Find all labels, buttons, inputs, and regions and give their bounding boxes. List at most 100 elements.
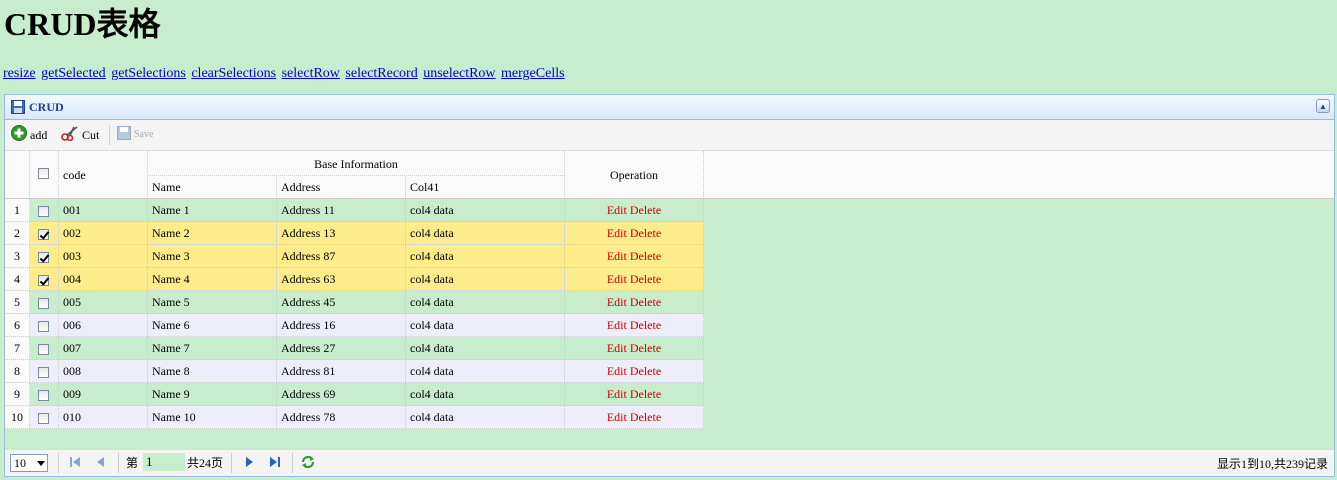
link-clear-selections[interactable]: clearSelections xyxy=(191,66,276,81)
delete-link[interactable]: Delete xyxy=(630,341,661,355)
select-all-checkbox[interactable] xyxy=(38,168,49,179)
edit-link[interactable]: Edit xyxy=(607,364,627,378)
link-select-row[interactable]: selectRow xyxy=(282,66,340,81)
toolbar-separator xyxy=(109,125,110,145)
previous-page-icon[interactable] xyxy=(95,456,107,472)
add-label: add xyxy=(30,128,48,142)
link-merge-cells[interactable]: mergeCells xyxy=(501,66,565,81)
scissors-icon xyxy=(61,125,79,146)
link-resize[interactable]: resize xyxy=(3,66,36,81)
table-row[interactable]: 10 010 Name 10 Address 78 col4 data Edit Dele… xyxy=(5,406,704,429)
col4-cell: col4 data xyxy=(406,199,565,222)
col4-cell: col4 data xyxy=(406,245,565,268)
name-cell: Name 8 xyxy=(148,360,277,383)
edit-link[interactable]: Edit xyxy=(607,272,627,286)
operation-column-header: Operation xyxy=(565,151,704,199)
link-unselect-row[interactable]: unselectRow xyxy=(423,66,495,81)
edit-link[interactable]: Edit xyxy=(607,295,627,309)
row-number-cell: 1 xyxy=(5,199,30,222)
link-get-selections[interactable]: getSelections xyxy=(111,66,186,81)
save-button[interactable]: Save xyxy=(117,125,153,144)
pager-separator xyxy=(58,453,59,473)
row-checkbox[interactable] xyxy=(38,412,49,424)
cut-label: Cut xyxy=(82,128,100,142)
link-get-selected[interactable]: getSelected xyxy=(41,66,106,81)
name-cell: Name 4 xyxy=(148,268,277,291)
link-select-record[interactable]: selectRecord xyxy=(345,66,417,81)
row-number-cell: 4 xyxy=(5,268,30,291)
method-links: resize getSelected getSelections clearSe… xyxy=(3,65,567,83)
edit-link[interactable]: Edit xyxy=(607,318,627,332)
pager-separator xyxy=(118,453,119,473)
delete-link[interactable]: Delete xyxy=(630,203,661,217)
edit-link[interactable]: Edit xyxy=(607,341,627,355)
delete-link[interactable]: Delete xyxy=(630,410,661,424)
operation-cell: Edit Delete xyxy=(565,268,704,291)
address-cell: Address 16 xyxy=(277,314,406,337)
row-checkbox-cell xyxy=(30,314,59,337)
current-page-input[interactable] xyxy=(143,453,185,471)
row-checkbox[interactable] xyxy=(38,228,49,240)
row-checkbox[interactable] xyxy=(38,274,49,286)
address-column-header[interactable]: Address xyxy=(277,176,406,199)
address-cell: Address 27 xyxy=(277,337,406,360)
table-row[interactable]: 2 002 Name 2 Address 13 col4 data Edit Delete xyxy=(5,222,704,245)
delete-link[interactable]: Delete xyxy=(630,387,661,401)
address-cell: Address 13 xyxy=(277,222,406,245)
col4-column-header[interactable]: Col41 xyxy=(406,176,565,199)
row-checkbox[interactable] xyxy=(38,297,49,309)
base-information-group-header: Base Information xyxy=(148,151,565,176)
delete-link[interactable]: Delete xyxy=(630,226,661,240)
row-checkbox[interactable] xyxy=(38,205,49,217)
page-size-select[interactable]: 10 xyxy=(10,454,48,472)
row-checkbox[interactable] xyxy=(38,251,49,263)
page-prefix: 第 xyxy=(126,456,139,470)
table-row[interactable]: 8 008 Name 8 Address 81 col4 data Edit Delete xyxy=(5,360,704,383)
table-row[interactable]: 5 005 Name 5 Address 45 col4 data Edit Delete xyxy=(5,291,704,314)
row-checkbox-cell xyxy=(30,291,59,314)
name-column-header[interactable]: Name xyxy=(148,176,277,199)
row-checkbox[interactable] xyxy=(38,320,49,332)
next-page-icon[interactable] xyxy=(243,456,255,472)
edit-link[interactable]: Edit xyxy=(607,249,627,263)
edit-link[interactable]: Edit xyxy=(607,203,627,217)
delete-link[interactable]: Delete xyxy=(630,249,661,263)
edit-link[interactable]: Edit xyxy=(607,387,627,401)
code-cell: 005 xyxy=(59,291,148,314)
row-number-cell: 7 xyxy=(5,337,30,360)
row-checkbox[interactable] xyxy=(38,366,49,378)
panel-header: CRUD ▲ xyxy=(5,95,1334,120)
row-checkbox[interactable] xyxy=(38,343,49,355)
address-cell: Address 69 xyxy=(277,383,406,406)
table-row[interactable]: 9 009 Name 9 Address 69 col4 data Edit Delete xyxy=(5,383,704,406)
table-row[interactable]: 4 004 Name 4 Address 63 col4 data Edit Delete xyxy=(5,268,704,291)
last-page-icon[interactable] xyxy=(269,456,281,472)
edit-link[interactable]: Edit xyxy=(607,410,627,424)
refresh-icon[interactable] xyxy=(300,454,316,474)
delete-link[interactable]: Delete xyxy=(630,295,661,309)
code-cell: 009 xyxy=(59,383,148,406)
first-page-icon[interactable] xyxy=(69,456,81,472)
col4-cell: col4 data xyxy=(406,222,565,245)
collapse-icon[interactable]: ▲ xyxy=(1316,99,1330,113)
code-cell: 007 xyxy=(59,337,148,360)
code-column-header[interactable]: code xyxy=(59,151,148,199)
pager-info: 显示1到10,共239记录 xyxy=(1216,457,1328,471)
cut-button[interactable]: Cut xyxy=(61,125,100,146)
table-row[interactable]: 7 007 Name 7 Address 27 col4 data Edit Delete xyxy=(5,337,704,360)
delete-link[interactable]: Delete xyxy=(630,364,661,378)
row-checkbox[interactable] xyxy=(38,389,49,401)
operation-cell: Edit Delete xyxy=(565,222,704,245)
table-row[interactable]: 3 003 Name 3 Address 87 col4 data Edit Delete xyxy=(5,245,704,268)
pagination-bar: 10 第 共24页 显示1到10,共239记录 xyxy=(5,449,1334,476)
row-checkbox-cell xyxy=(30,360,59,383)
name-cell: Name 5 xyxy=(148,291,277,314)
name-cell: Name 7 xyxy=(148,337,277,360)
add-button[interactable]: add xyxy=(11,124,48,144)
delete-link[interactable]: Delete xyxy=(630,318,661,332)
code-cell: 008 xyxy=(59,360,148,383)
delete-link[interactable]: Delete xyxy=(630,272,661,286)
table-row[interactable]: 6 006 Name 6 Address 16 col4 data Edit Delete xyxy=(5,314,704,337)
edit-link[interactable]: Edit xyxy=(607,226,627,240)
table-row[interactable]: 1 001 Name 1 Address 11 col4 data Edit Delete xyxy=(5,199,704,222)
